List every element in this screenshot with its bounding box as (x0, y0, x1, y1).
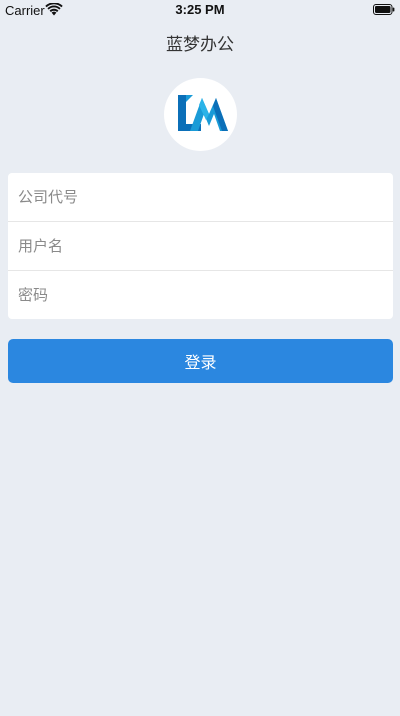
username-input[interactable] (8, 222, 393, 270)
company-code-input[interactable] (8, 173, 393, 221)
company-code-row (8, 173, 393, 222)
login-button[interactable]: 登录 (8, 339, 393, 383)
login-form (8, 173, 393, 319)
username-row (8, 222, 393, 271)
battery-icon (373, 4, 395, 15)
password-input[interactable] (8, 271, 393, 319)
status-bar: Carrier 3:25 PM (0, 0, 400, 20)
app-logo (164, 78, 237, 151)
app-logo-icon (178, 95, 228, 131)
password-row (8, 271, 393, 319)
page-title: 蓝梦办公 (166, 35, 234, 55)
clock: 3:25 PM (175, 2, 225, 17)
